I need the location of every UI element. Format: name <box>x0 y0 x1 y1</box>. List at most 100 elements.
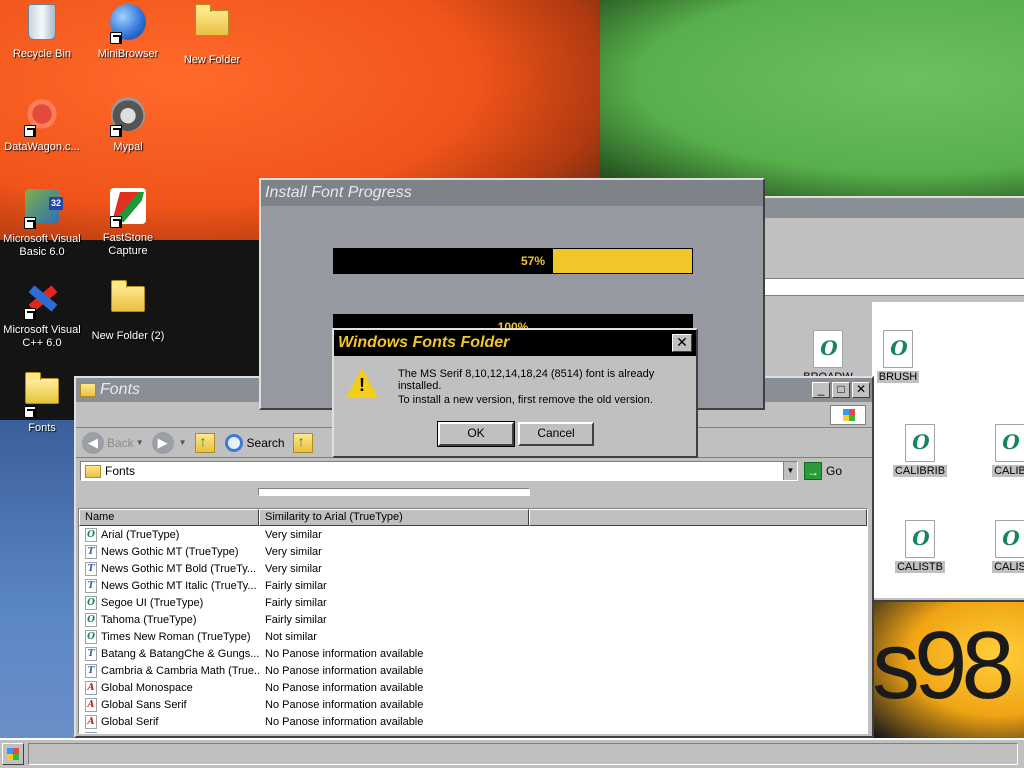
desktop-icon-fonts[interactable]: Fonts <box>0 370 84 435</box>
similarity-cell: Fairly similar <box>265 579 327 592</box>
table-row[interactable]: O Tahoma (TrueType) Fairly similar <box>79 611 867 628</box>
desktop-icon-datawagon[interactable]: DataWagon.c... <box>0 94 84 154</box>
background-window-titlebar[interactable] <box>722 198 1024 218</box>
search-button[interactable]: Search <box>224 433 285 452</box>
chevron-down-icon[interactable]: ▼ <box>783 462 797 480</box>
forward-button[interactable]: ▶ ▼ <box>151 431 187 454</box>
similarity-cell: Fairly similar <box>265 596 327 609</box>
table-row[interactable]: O Times New Roman (TrueType) Not similar <box>79 628 867 645</box>
font-name-cell: O Segoe UI (TrueType) <box>79 595 259 610</box>
desktop-icon-mypal[interactable]: Mypal <box>86 94 170 154</box>
wallpaper-logo-text: s98 <box>872 612 1015 719</box>
table-row[interactable]: O Segoe UI (TrueType) Fairly similar <box>79 594 867 611</box>
table-row[interactable]: T News Gothic MT Bold (TrueTy... Very simi… <box>79 560 867 577</box>
opentype-font-icon <box>905 520 935 558</box>
desktop-icon-minibrowser[interactable]: MiniBrowser <box>86 2 170 61</box>
windows-logo-icon <box>830 405 866 425</box>
font-name: Global User Interface <box>101 733 205 734</box>
address-input[interactable]: Fonts ▼ <box>80 461 798 481</box>
font-name: Tahoma (TrueType) <box>101 613 197 626</box>
postscript-font-icon: T <box>85 578 97 593</box>
table-row[interactable]: O Arial (TrueType) Very similar <box>79 526 867 543</box>
message-box-close-button[interactable]: ✕ <box>672 334 692 352</box>
truetype-icon: O <box>85 527 97 542</box>
back-button[interactable]: ◀ Back ▼ <box>82 431 144 454</box>
table-row[interactable]: A Global Sans Serif No Panose information … <box>79 696 867 713</box>
font-file-calis[interactable]: CALIS <box>978 520 1024 573</box>
desktop-icon-faststone-capture[interactable]: FastStone Capture <box>86 186 170 258</box>
font-name: Global Monospace <box>101 681 193 694</box>
shortcut-arrow-icon <box>24 217 36 229</box>
font-name-cell: T Cambria & Cambria Math (True... <box>79 663 259 678</box>
table-row[interactable]: A Global Serif No Panose information avail… <box>79 713 867 730</box>
similarity-font-select[interactable] <box>258 488 530 496</box>
font-file-calib[interactable]: CALIB <box>978 424 1024 477</box>
cancel-button[interactable]: Cancel <box>518 422 594 446</box>
chevron-down-icon[interactable]: ▼ <box>179 438 187 447</box>
address-bar: Fonts ▼ → Go <box>76 458 872 484</box>
desktop-icon-visual-cpp[interactable]: Microsoft Visual C++ 6.0 <box>0 278 84 350</box>
table-row[interactable]: A Global User Interface No Panose informat… <box>79 730 867 734</box>
similarity-cell: Fairly similar <box>265 613 327 626</box>
ok-button[interactable]: OK <box>437 421 515 447</box>
list-rows: O Arial (TrueType) Very similar T News Gothi… <box>79 526 867 734</box>
desktop-icon-new-folder-2[interactable]: New Folder (2) <box>86 278 170 343</box>
opentype-font-icon <box>995 520 1024 558</box>
shortcut-arrow-icon <box>24 125 36 137</box>
message-box-titlebar[interactable]: Windows Fonts Folder ✕ <box>334 330 696 356</box>
folder-icon <box>195 4 229 36</box>
go-button[interactable]: → Go <box>804 462 842 480</box>
progress-bar-current: 57% <box>333 248 693 274</box>
font-file-calibrib[interactable]: CALIBRIB <box>888 424 952 477</box>
font-file-calistb[interactable]: CALISTB <box>888 520 952 573</box>
chevron-down-icon[interactable]: ▼ <box>136 438 144 447</box>
font-name: Segoe UI (TrueType) <box>101 596 204 609</box>
shortcut-arrow-icon <box>24 406 36 418</box>
font-name-cell: A Global Serif <box>79 714 259 729</box>
start-button[interactable] <box>2 743 24 765</box>
shortcut-arrow-icon <box>110 216 122 228</box>
similarity-cell: Very similar <box>265 562 322 575</box>
close-button[interactable]: ✕ <box>852 382 870 398</box>
table-row[interactable]: T Cambria & Cambria Math (True... No Panos… <box>79 662 867 679</box>
folders-button[interactable] <box>292 432 315 453</box>
up-folder-icon <box>194 432 215 453</box>
folders-icon <box>292 432 313 453</box>
font-file-brush[interactable]: BRUSH <box>866 330 930 383</box>
forward-arrow-icon: ▶ <box>151 431 174 454</box>
desktop-icon-new-folder[interactable]: New Folder <box>170 2 254 67</box>
column-header-name[interactable]: Name <box>79 509 259 526</box>
similarity-row <box>76 484 872 506</box>
desktop-icon-recycle-bin[interactable]: Recycle Bin <box>0 2 84 61</box>
similarity-cell: No Panose information available <box>259 733 529 734</box>
raster-font-icon: A <box>85 697 97 712</box>
postscript-font-icon: T <box>85 646 97 661</box>
folder-icon <box>85 464 101 478</box>
list-header: Name Similarity to Arial (TrueType) <box>79 509 867 526</box>
truetype-icon: O <box>85 612 97 627</box>
progress-dialog-titlebar[interactable]: Install Font Progress <box>261 180 763 206</box>
table-row[interactable]: T News Gothic MT Italic (TrueTy... Fairly … <box>79 577 867 594</box>
font-name-cell: A Global Monospace <box>79 680 259 695</box>
opentype-font-icon <box>813 330 843 368</box>
progress-dialog-title: Install Font Progress <box>265 184 412 201</box>
font-name: News Gothic MT Italic (TrueTy... <box>101 579 257 592</box>
table-row[interactable]: A Global Monospace No Panose information a… <box>79 679 867 696</box>
minimize-button[interactable]: _ <box>812 382 830 398</box>
similarity-cell: No Panose information available <box>265 681 424 694</box>
up-folder-button[interactable] <box>194 432 217 453</box>
shortcut-arrow-icon <box>110 125 122 137</box>
go-arrow-icon: → <box>804 462 822 480</box>
font-name: News Gothic MT (TrueType) <box>101 545 239 558</box>
column-header-empty <box>529 509 867 526</box>
warning-icon <box>346 368 378 398</box>
font-name-cell: T News Gothic MT (TrueType) <box>79 544 259 559</box>
table-row[interactable]: T Batang & BatangChe & Gungs... No Panose … <box>79 645 867 662</box>
similarity-cell: Very similar <box>265 528 322 541</box>
maximize-button[interactable]: □ <box>832 382 850 398</box>
desktop-icon-visual-basic[interactable]: Microsoft Visual Basic 6.0 <box>0 186 84 259</box>
column-header-similarity[interactable]: Similarity to Arial (TrueType) <box>259 509 529 526</box>
table-row[interactable]: T News Gothic MT (TrueType) Very similar <box>79 543 867 560</box>
font-name: Global Sans Serif <box>101 698 187 711</box>
postscript-font-icon: T <box>85 561 97 576</box>
